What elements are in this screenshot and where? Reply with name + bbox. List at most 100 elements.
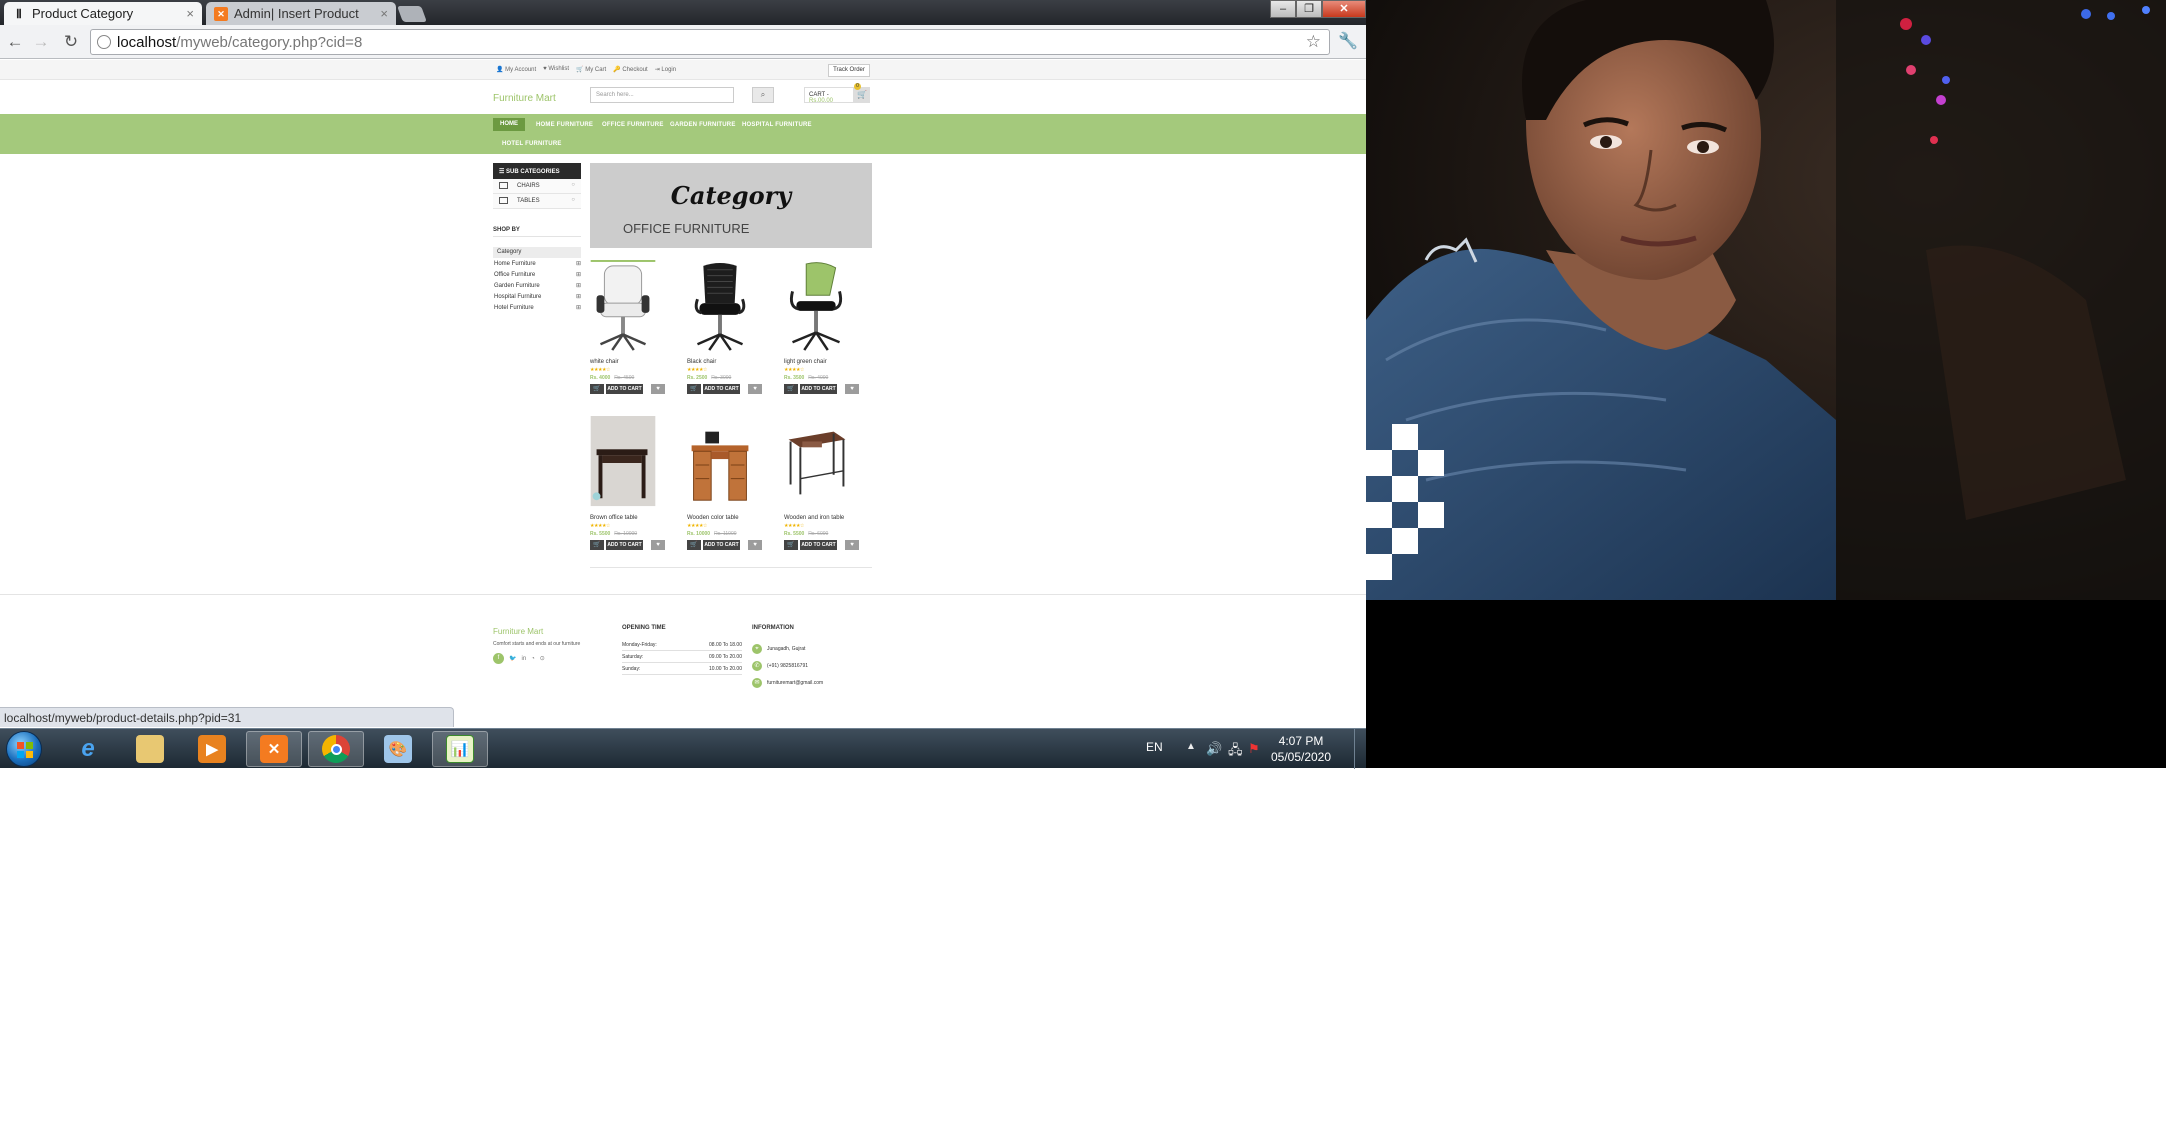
category-link-hotel-furniture[interactable]: Hotel Furniture ⊞ bbox=[493, 302, 581, 313]
login-link[interactable]: ⇥ Login bbox=[655, 66, 676, 73]
cart-icon[interactable]: 🛒 bbox=[687, 384, 701, 394]
wishlist-heart-icon[interactable]: ♥ bbox=[748, 384, 762, 394]
brown-office-table-image[interactable] bbox=[590, 414, 656, 510]
wishlist-heart-icon[interactable]: ♥ bbox=[651, 384, 665, 394]
divider bbox=[0, 594, 1366, 595]
cart-icon[interactable]: 🛒 bbox=[687, 540, 701, 550]
bookmark-star-icon[interactable]: ☆ bbox=[1306, 32, 1321, 52]
add-to-cart-button[interactable]: ADD TO CART bbox=[606, 384, 643, 394]
category-link-office-furniture[interactable]: Office Furniture ⊞ bbox=[493, 269, 581, 280]
show-desktop-button[interactable] bbox=[1354, 729, 1366, 769]
location-pin-icon: ⌖ bbox=[752, 643, 762, 654]
twitter-icon[interactable]: 🐦 bbox=[509, 655, 516, 662]
site-logo[interactable]: Furniture Mart bbox=[493, 93, 556, 104]
track-order-button[interactable]: Track Order bbox=[828, 64, 870, 77]
start-button[interactable] bbox=[6, 731, 42, 767]
clock-date[interactable]: 05/05/2020 bbox=[1266, 750, 1336, 764]
white-chair-image[interactable] bbox=[590, 258, 656, 354]
wooden-color-table-image[interactable] bbox=[687, 414, 753, 510]
cart-icon[interactable]: 🛒 bbox=[590, 540, 604, 550]
restore-button[interactable]: ❐ bbox=[1296, 0, 1322, 18]
chart-app-taskbar-button[interactable]: 📊 bbox=[432, 731, 488, 767]
back-arrow-icon[interactable]: ← bbox=[4, 31, 26, 53]
page-info-icon[interactable] bbox=[97, 35, 111, 49]
checkout-link[interactable]: 🔑 Checkout bbox=[613, 66, 648, 73]
close-window-button[interactable]: ✕ bbox=[1322, 0, 1366, 18]
file-explorer-taskbar-button[interactable] bbox=[122, 731, 178, 767]
add-to-cart-button[interactable]: ADD TO CART bbox=[800, 384, 837, 394]
wishlist-heart-icon[interactable]: ♥ bbox=[845, 540, 859, 550]
cart-icon[interactable]: 🛒 bbox=[590, 384, 604, 394]
network-icon[interactable]: 🖧 bbox=[1228, 741, 1243, 763]
opening-hours-table: Monday-Friday: 08.00 To 18.00 Saturday: 09… bbox=[622, 639, 742, 675]
nav-garden-furniture[interactable]: GARDEN FURNITURE bbox=[670, 122, 736, 128]
category-banner: Category OFFICE FURNITURE bbox=[590, 163, 872, 248]
search-icon[interactable]: ⌕ bbox=[752, 87, 774, 103]
paint-taskbar-button[interactable]: 🎨 bbox=[370, 731, 426, 767]
xampp-taskbar-button[interactable]: ✕ bbox=[246, 731, 302, 767]
add-to-cart-button[interactable]: ADD TO CART bbox=[606, 540, 643, 550]
nav-home[interactable]: HOME bbox=[493, 118, 525, 131]
product-name[interactable]: Wooden and iron table bbox=[784, 515, 844, 521]
volume-icon[interactable]: 🔊 bbox=[1206, 741, 1222, 757]
wooden-iron-table-image[interactable] bbox=[784, 414, 850, 510]
sidebar-item-chairs[interactable]: CHAIRS ○ bbox=[493, 179, 581, 194]
product-name[interactable]: Black chair bbox=[687, 359, 716, 365]
cart-icon[interactable]: 🛒 bbox=[784, 384, 798, 394]
chrome-taskbar-button[interactable] bbox=[308, 731, 364, 767]
show-hidden-icons-icon[interactable]: ▲ bbox=[1186, 741, 1196, 752]
minimize-button[interactable]: – bbox=[1270, 0, 1296, 18]
language-indicator[interactable]: EN bbox=[1146, 740, 1163, 754]
wrench-menu-icon[interactable]: 🔧 bbox=[1338, 31, 1358, 51]
clock-time[interactable]: 4:07 PM bbox=[1266, 734, 1336, 748]
add-to-cart-button[interactable]: ADD TO CART bbox=[703, 384, 740, 394]
information-heading: INFORMATION bbox=[752, 625, 794, 631]
media-player-taskbar-button[interactable]: ▶ bbox=[184, 731, 240, 767]
url-host: localhost bbox=[117, 33, 177, 51]
black-chair-image[interactable] bbox=[687, 258, 753, 354]
rss-icon[interactable]: ◔ bbox=[531, 656, 535, 662]
nav-hospital-furniture[interactable]: HOSPITAL FURNITURE bbox=[742, 122, 812, 128]
new-tab-button[interactable] bbox=[397, 6, 427, 22]
pinterest-icon[interactable]: ⊙ bbox=[540, 655, 545, 662]
banner-title: Category bbox=[670, 181, 792, 210]
product-name[interactable]: light green chair bbox=[784, 359, 827, 365]
internet-explorer-taskbar-button[interactable]: e bbox=[60, 731, 116, 767]
tab-product-category[interactable]: Ⅱ Product Category × bbox=[4, 2, 202, 25]
reload-icon[interactable]: ↻ bbox=[60, 31, 82, 53]
add-to-cart-button[interactable]: ADD TO CART bbox=[800, 540, 837, 550]
green-chair-image[interactable] bbox=[784, 258, 850, 354]
main-nav: HOME HOME FURNITURE OFFICE FURNITURE GAR… bbox=[0, 114, 1366, 154]
wishlist-link[interactable]: ♥ Wishlist bbox=[543, 66, 569, 73]
wishlist-heart-icon[interactable]: ♥ bbox=[748, 540, 762, 550]
my-cart-link[interactable]: 🛒 My Cart bbox=[576, 66, 606, 73]
nav-office-furniture[interactable]: OFFICE FURNITURE bbox=[602, 122, 664, 128]
my-account-link[interactable]: 👤 My Account bbox=[496, 66, 536, 73]
facebook-icon[interactable]: f bbox=[493, 653, 504, 664]
close-tab-icon[interactable]: × bbox=[380, 6, 388, 21]
category-link-hospital-furniture[interactable]: Hospital Furniture ⊞ bbox=[493, 291, 581, 302]
category-link-home-furniture[interactable]: Home Furniture ⊞ bbox=[493, 258, 581, 269]
close-tab-icon[interactable]: × bbox=[186, 6, 194, 21]
tab-admin-insert-product[interactable]: ✕ Admin| Insert Product × bbox=[206, 2, 396, 25]
action-center-flag-icon[interactable]: ⚑ bbox=[1248, 741, 1260, 757]
cart-icon[interactable]: 🛒 bbox=[784, 540, 798, 550]
search-input[interactable]: Search here... bbox=[590, 87, 734, 103]
nav-hotel-furniture[interactable]: HOTEL FURNITURE bbox=[502, 141, 562, 147]
add-to-cart-button[interactable]: ADD TO CART bbox=[703, 540, 740, 550]
cart-summary[interactable]: CART - Rs.00.00 bbox=[804, 87, 854, 104]
footer-logo[interactable]: Furniture Mart bbox=[493, 627, 543, 636]
product-name[interactable]: Wooden color table bbox=[687, 515, 739, 521]
linkedin-icon[interactable]: in bbox=[521, 656, 526, 662]
nav-home-furniture[interactable]: HOME FURNITURE bbox=[536, 122, 593, 128]
product-name[interactable]: Brown office table bbox=[590, 515, 638, 521]
sidebar-item-tables[interactable]: TABLES ○ bbox=[493, 194, 581, 209]
list-icon: ⊞ bbox=[575, 261, 581, 267]
address-bar[interactable]: localhost /myweb/category.php?cid=8 ☆ bbox=[90, 29, 1330, 55]
product-name[interactable]: white chair bbox=[590, 359, 619, 365]
forward-arrow-icon[interactable]: → bbox=[30, 31, 52, 53]
category-link-garden-furniture[interactable]: Garden Furniture ⊞ bbox=[493, 280, 581, 291]
wishlist-heart-icon[interactable]: ♥ bbox=[845, 384, 859, 394]
email-row[interactable]: ✉ furnituremart@gmail.com bbox=[752, 674, 823, 691]
wishlist-heart-icon[interactable]: ♥ bbox=[651, 540, 665, 550]
